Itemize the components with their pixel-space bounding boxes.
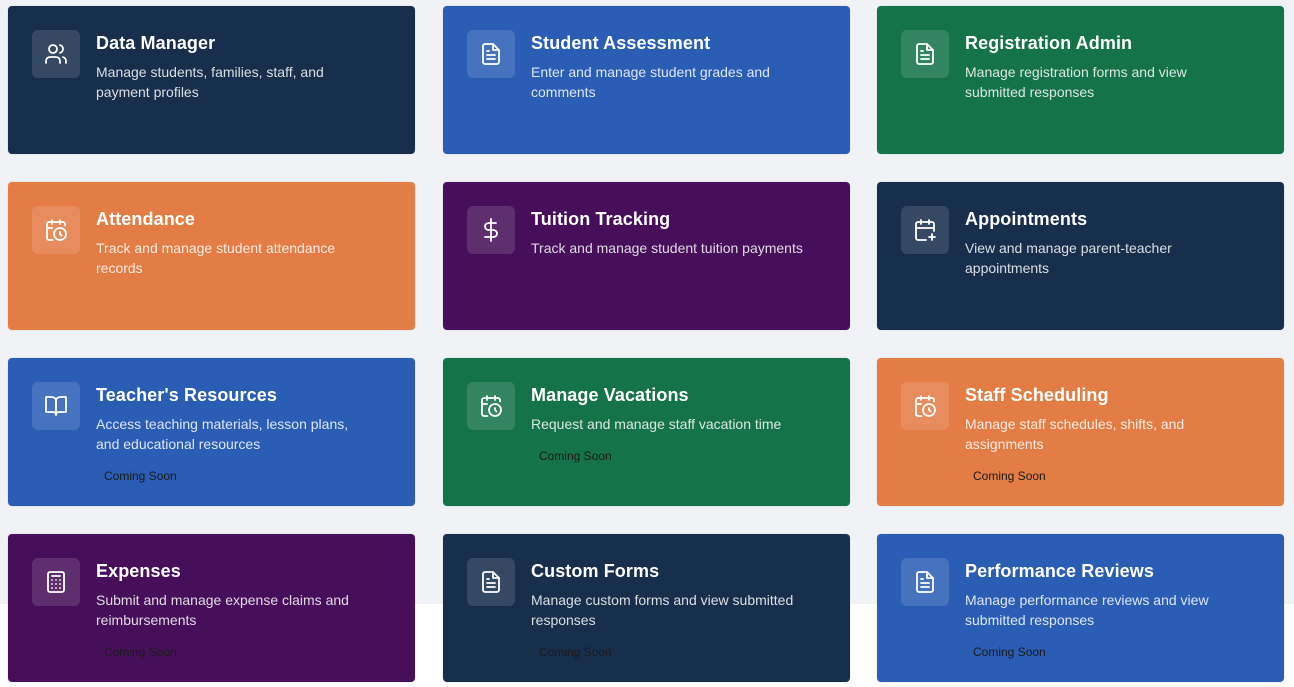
card-performance-reviews[interactable]: Performance Reviews Manage performance r…: [877, 534, 1284, 682]
card-description: Manage staff schedules, shifts, and assi…: [965, 416, 1185, 452]
card-title: Manage Vacations: [531, 385, 689, 405]
card-student-assessment[interactable]: Student Assessment Enter and manage stud…: [443, 6, 850, 154]
card-title: Teacher's Resources: [96, 385, 277, 405]
card-title: Staff Scheduling: [965, 385, 1109, 405]
calendar-clock-icon: [467, 382, 515, 430]
coming-soon-badge: Coming Soon: [973, 469, 1046, 483]
document-icon: [467, 30, 515, 78]
coming-soon-badge: Coming Soon: [539, 449, 612, 463]
card-description: Manage students, families, staff, and pa…: [96, 64, 324, 100]
users-icon: [32, 30, 80, 78]
module-grid: Data Manager Manage students, families, …: [0, 0, 1294, 687]
coming-soon-badge: Coming Soon: [104, 645, 177, 659]
book-icon: [32, 382, 80, 430]
coming-soon-badge: Coming Soon: [539, 645, 612, 659]
coming-soon-badge: Coming Soon: [973, 645, 1046, 659]
calculator-icon: [32, 558, 80, 606]
card-description: Track and manage student attendance reco…: [96, 240, 336, 276]
card-title: Student Assessment: [531, 33, 711, 53]
card-description: Manage performance reviews and view subm…: [965, 592, 1209, 628]
calendar-clock-icon: [32, 206, 80, 254]
card-title: Performance Reviews: [965, 561, 1154, 581]
card-appointments[interactable]: Appointments View and manage parent-teac…: [877, 182, 1284, 330]
card-description: Access teaching materials, lesson plans,…: [96, 416, 349, 452]
card-title: Appointments: [965, 209, 1088, 229]
card-description: View and manage parent-teacher appointme…: [965, 240, 1172, 276]
card-registration-admin[interactable]: Registration Admin Manage registration f…: [877, 6, 1284, 154]
calendar-clock-icon: [901, 382, 949, 430]
coming-soon-badge: Coming Soon: [104, 469, 177, 483]
card-attendance[interactable]: Attendance Track and manage student atte…: [8, 182, 415, 330]
card-data-manager[interactable]: Data Manager Manage students, families, …: [8, 6, 415, 154]
card-title: Expenses: [96, 561, 181, 581]
card-teachers-resources[interactable]: Teacher's Resources Access teaching mate…: [8, 358, 415, 506]
card-description: Manage custom forms and view submitted r…: [531, 592, 794, 628]
card-custom-forms[interactable]: Custom Forms Manage custom forms and vie…: [443, 534, 850, 682]
card-staff-scheduling[interactable]: Staff Scheduling Manage staff schedules,…: [877, 358, 1284, 506]
document-icon: [901, 30, 949, 78]
card-title: Tuition Tracking: [531, 209, 671, 229]
document-icon: [467, 558, 515, 606]
card-description: Enter and manage student grades and comm…: [531, 64, 770, 100]
card-manage-vacations[interactable]: Manage Vacations Request and manage staf…: [443, 358, 850, 506]
document-icon: [901, 558, 949, 606]
card-title: Registration Admin: [965, 33, 1133, 53]
dollar-icon: [467, 206, 515, 254]
card-title: Custom Forms: [531, 561, 660, 581]
card-description: Submit and manage expense claims and rei…: [96, 592, 349, 628]
card-description: Track and manage student tuition payment…: [531, 240, 803, 256]
card-expenses[interactable]: Expenses Submit and manage expense claim…: [8, 534, 415, 682]
card-description: Manage registration forms and view submi…: [965, 64, 1187, 100]
card-tuition-tracking[interactable]: Tuition Tracking Track and manage studen…: [443, 182, 850, 330]
card-title: Attendance: [96, 209, 196, 229]
calendar-plus-icon: [901, 206, 949, 254]
card-title: Data Manager: [96, 33, 216, 53]
card-description: Request and manage staff vacation time: [531, 416, 782, 432]
